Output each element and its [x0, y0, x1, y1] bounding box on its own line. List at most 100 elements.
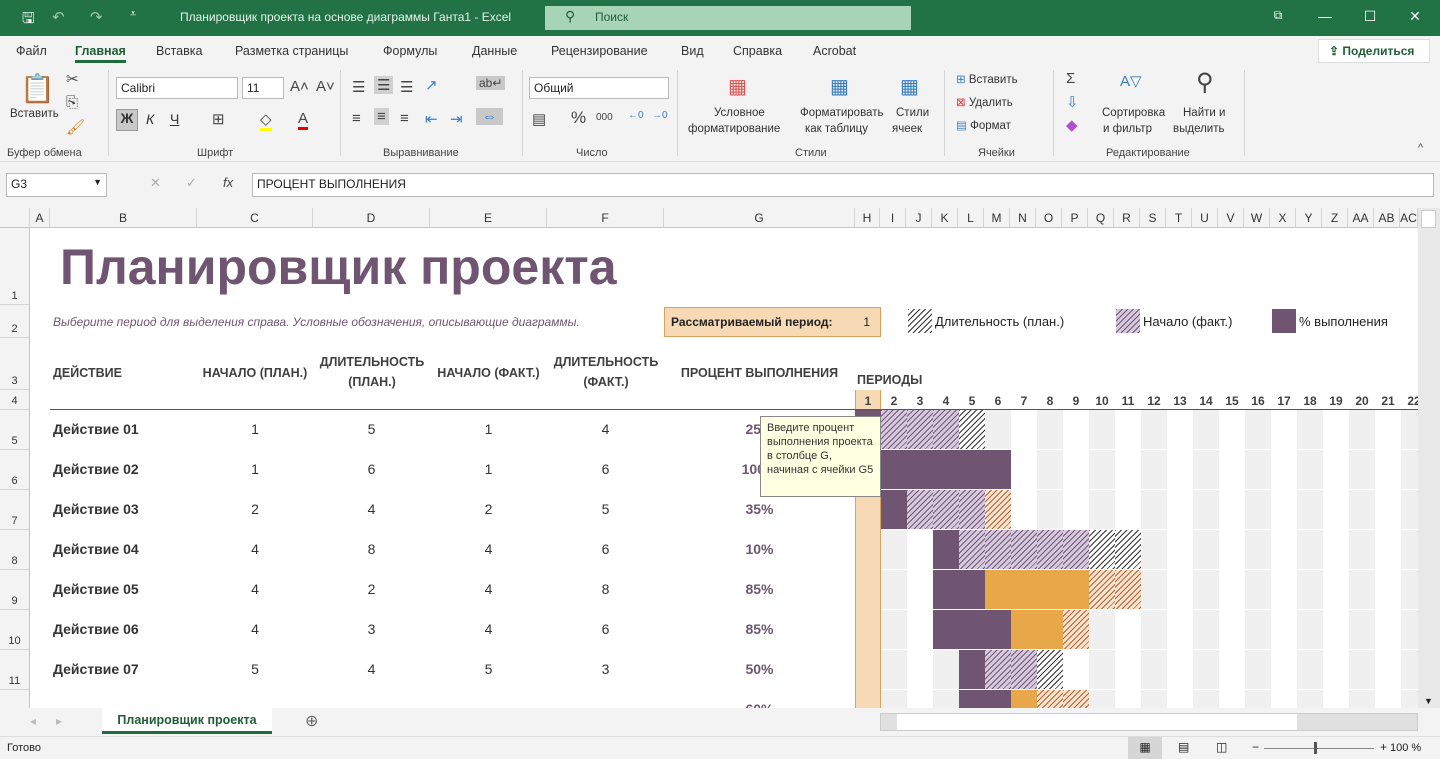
gantt-empty-cell[interactable] [1375, 650, 1401, 689]
gantt-empty-cell[interactable] [1297, 410, 1323, 449]
increase-decimal-icon[interactable]: ←0 [628, 110, 644, 121]
gantt-empty-cell[interactable] [1323, 450, 1349, 489]
column-header[interactable]: AB [1374, 208, 1400, 228]
ribbon-display-icon[interactable]: ⧉ [1268, 8, 1288, 23]
comma-style-icon[interactable]: 000 [596, 112, 613, 123]
gantt-empty-cell[interactable] [1063, 450, 1089, 489]
gantt-empty-cell[interactable] [1089, 410, 1115, 449]
gantt-percent-cell[interactable] [881, 490, 907, 529]
gantt-empty-cell[interactable] [907, 650, 933, 689]
task-percent[interactable]: 35% [664, 501, 855, 517]
gantt-empty-cell[interactable] [1401, 490, 1418, 529]
gantt-empty-cell[interactable] [1141, 450, 1167, 489]
tab-data[interactable]: Данные [472, 44, 517, 58]
gantt-actual-cell[interactable] [1011, 650, 1037, 689]
insert-cells-button[interactable]: ⊞ Вставить [956, 72, 1018, 86]
row-header[interactable]: 2 [0, 305, 30, 338]
gantt-empty-cell[interactable] [1141, 490, 1167, 529]
column-header[interactable]: O [1036, 208, 1062, 228]
conditional-formatting-line2[interactable]: форматирование [688, 123, 780, 135]
gantt-actual-cell[interactable] [933, 410, 959, 449]
gantt-beyond-plan-cell[interactable] [1037, 570, 1063, 609]
gantt-actual-beyond-plan-cell[interactable] [1115, 570, 1141, 609]
decrease-decimal-icon[interactable]: →0 [652, 110, 668, 121]
gantt-empty-cell[interactable] [1401, 650, 1418, 689]
task-name[interactable]: Действие 02 [53, 461, 139, 477]
zoom-slider[interactable] [1264, 742, 1374, 754]
gantt-actual-cell[interactable] [959, 530, 985, 569]
zoom-in-icon[interactable]: + [1380, 740, 1387, 754]
column-header[interactable]: R [1114, 208, 1140, 228]
gantt-plan-cell[interactable] [1115, 530, 1141, 569]
row-header[interactable]: 8 [0, 530, 30, 570]
column-header[interactable]: G [664, 208, 855, 228]
gantt-actual-cell[interactable] [959, 490, 985, 529]
gantt-empty-cell[interactable] [1297, 650, 1323, 689]
delete-cells-button[interactable]: ⊠ Удалить [956, 95, 1013, 109]
gantt-beyond-plan-cell[interactable] [1037, 610, 1063, 649]
cell-styles-line1[interactable]: Стили [896, 107, 929, 119]
formula-input[interactable]: ПРОЦЕНТ ВЫПОЛНЕНИЯ [252, 173, 1434, 197]
gantt-empty-cell[interactable] [1193, 650, 1219, 689]
gantt-actual-cell[interactable] [881, 410, 907, 449]
cut-icon[interactable]: ✂ [66, 70, 79, 88]
column-header[interactable]: Q [1088, 208, 1114, 228]
gantt-empty-cell[interactable] [1089, 490, 1115, 529]
gantt-empty-cell[interactable] [907, 570, 933, 609]
add-sheet-icon[interactable]: ⊕ [305, 711, 318, 731]
borders-icon[interactable]: ⊞ [212, 110, 225, 128]
gantt-empty-cell[interactable] [1193, 610, 1219, 649]
gantt-empty-cell[interactable] [1167, 410, 1193, 449]
gantt-empty-cell[interactable] [1167, 570, 1193, 609]
gantt-empty-cell[interactable] [1219, 530, 1245, 569]
zoom-slider-thumb[interactable] [1314, 742, 1317, 754]
gantt-empty-cell[interactable] [1349, 410, 1375, 449]
format-as-table-icon[interactable]: ▦ [830, 74, 849, 99]
find-select-line2[interactable]: выделить [1173, 123, 1225, 135]
gantt-actual-cell[interactable] [985, 650, 1011, 689]
column-header[interactable]: T [1166, 208, 1192, 228]
gantt-empty-cell[interactable] [1349, 610, 1375, 649]
italic-button[interactable]: К [146, 111, 154, 127]
task-actual-start[interactable]: 4 [430, 621, 547, 637]
copy-icon[interactable]: ⎘ [66, 94, 78, 111]
gantt-empty-cell[interactable] [1349, 490, 1375, 529]
gantt-empty-cell[interactable] [1271, 410, 1297, 449]
autosum-icon[interactable]: Σ [1066, 70, 1075, 87]
gantt-empty-cell[interactable] [1245, 490, 1271, 529]
gantt-empty-cell[interactable] [1375, 410, 1401, 449]
conditional-formatting-icon[interactable]: ▦ [728, 74, 747, 99]
decrease-font-icon[interactable]: A˅ [316, 78, 335, 95]
tab-formulas[interactable]: Формулы [383, 44, 437, 58]
gantt-empty-cell[interactable] [907, 610, 933, 649]
gantt-empty-cell[interactable] [1167, 490, 1193, 529]
gantt-empty-cell[interactable] [1271, 610, 1297, 649]
share-button[interactable]: ⇪ Поделиться [1318, 39, 1430, 63]
gantt-actual-beyond-plan-cell[interactable] [1063, 690, 1089, 708]
gantt-empty-cell[interactable] [1115, 610, 1141, 649]
gantt-empty-cell[interactable] [1297, 530, 1323, 569]
orientation-icon[interactable]: ↗ [425, 76, 438, 94]
gantt-actual-cell[interactable] [985, 530, 1011, 569]
task-plan-duration[interactable]: 4 [313, 501, 430, 517]
column-header[interactable]: K [932, 208, 958, 228]
column-header[interactable]: X [1270, 208, 1296, 228]
gantt-percent-cell[interactable] [959, 690, 985, 708]
row-header[interactable]: 12 [0, 690, 30, 708]
row-header[interactable]: 6 [0, 450, 30, 490]
column-header[interactable]: I [880, 208, 906, 228]
accounting-format-icon[interactable]: ▤ [532, 110, 546, 128]
gantt-percent-cell[interactable] [933, 450, 959, 489]
task-actual-start[interactable]: 4 [430, 541, 547, 557]
column-header[interactable]: E [430, 208, 547, 228]
row-header[interactable]: 3 [0, 338, 30, 390]
cell-styles-line2[interactable]: ячеек [892, 123, 922, 135]
gantt-empty-cell[interactable] [985, 410, 1011, 449]
task-actual-start[interactable]: 1 [430, 461, 547, 477]
gantt-empty-cell[interactable] [1141, 410, 1167, 449]
task-actual-start[interactable]: 1 [430, 421, 547, 437]
scroll-down-icon[interactable]: ▼ [1424, 696, 1433, 706]
task-plan-duration[interactable]: 8 [313, 541, 430, 557]
column-header[interactable]: B [50, 208, 197, 228]
row-header[interactable]: 9 [0, 570, 30, 610]
